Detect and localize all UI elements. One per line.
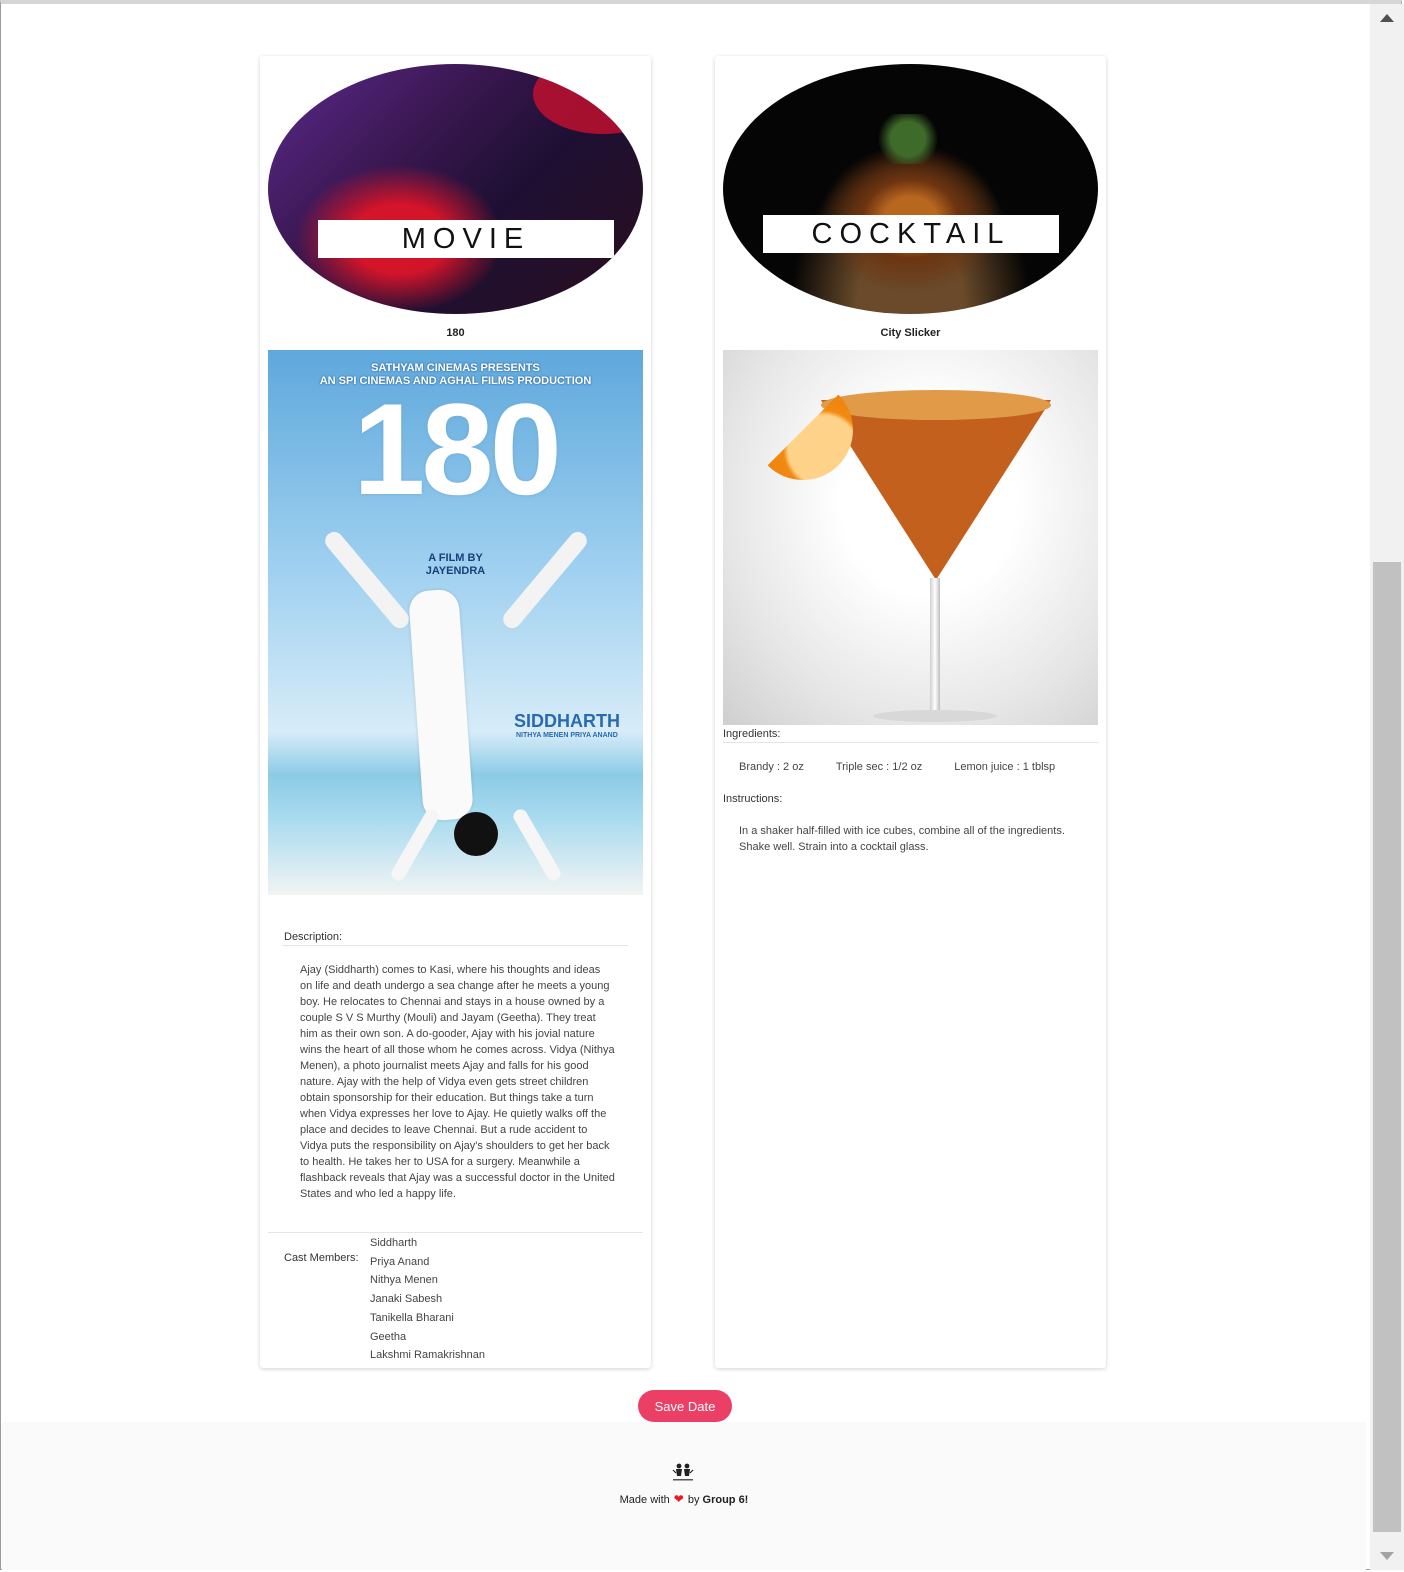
cocktail-category-image: COCKTAIL xyxy=(723,64,1098,314)
cocktail-card: COCKTAIL City Slicker Ingredients: Brand… xyxy=(715,56,1106,1368)
footer-made-with: Made with xyxy=(619,1494,670,1506)
poster-costars: NITHYA MENEN PRIYA ANAND xyxy=(516,732,618,739)
movie-poster: SATHYAM CINEMAS PRESENTS AN SPI CINEMAS … xyxy=(268,350,643,895)
martini-stem xyxy=(930,578,940,718)
poster-actor: SIDDHARTH xyxy=(514,711,620,731)
cast-divider xyxy=(268,1232,643,1233)
movie-title: 180 xyxy=(446,327,465,339)
heart-icon: ❤ xyxy=(673,1492,684,1506)
poster-figure-head xyxy=(454,812,498,856)
cast-label: Cast Members: xyxy=(284,1252,359,1264)
orange-slice xyxy=(753,380,853,480)
cast-list: Siddharth Priya Anand Nithya Menen Janak… xyxy=(370,1234,485,1365)
poster-figure-arm xyxy=(388,806,442,884)
ingredients-divider xyxy=(723,742,1098,743)
footer-group-name: Group 6! xyxy=(702,1494,749,1506)
poster-director-line1: A FILM BY xyxy=(428,552,483,564)
martini-base xyxy=(873,710,997,722)
cocktail-title: City Slicker xyxy=(880,327,941,339)
cocktail-instructions: In a shaker half-filled with ice cubes, … xyxy=(739,825,1065,853)
description-divider xyxy=(282,945,628,946)
ingredients-label: Ingredients: xyxy=(723,728,781,740)
movie-category-label: MOVIE xyxy=(318,220,614,258)
scroll-up-button[interactable] xyxy=(1370,4,1404,32)
poster-figure-arm xyxy=(510,806,564,884)
cast-member: Tanikella Bharani xyxy=(370,1311,454,1324)
poster-figure-leg xyxy=(321,528,413,632)
poster-number: 180 xyxy=(353,376,562,522)
footer: Made with ❤ by Group 6! xyxy=(2,1422,1366,1570)
description-label: Description: xyxy=(284,931,343,943)
cast-member: Geetha xyxy=(370,1330,407,1343)
cast-member: Siddharth xyxy=(370,1237,418,1249)
movie-category-image: MOVIE xyxy=(268,64,643,314)
ingredient-item: Lemon juice : 1 tblsp xyxy=(954,761,1056,773)
scroll-down-button[interactable] xyxy=(1370,1542,1404,1570)
cast-member: Priya Anand xyxy=(370,1255,430,1268)
vertical-scrollbar[interactable] xyxy=(1370,4,1404,1570)
page-content: MOVIE 180 SATHYAM CINEMAS PRESENTS AN SP… xyxy=(2,4,1366,1570)
triangle-up-icon xyxy=(1380,14,1394,22)
group-logo-icon xyxy=(672,1463,694,1481)
cocktail-photo xyxy=(723,350,1098,725)
poster-figure-body xyxy=(408,588,474,822)
movie-card: MOVIE 180 SATHYAM CINEMAS PRESENTS AN SP… xyxy=(260,56,651,1368)
save-date-button[interactable]: Save Date xyxy=(638,1390,732,1422)
footer-by: by xyxy=(687,1494,700,1506)
instructions-label: Instructions: xyxy=(723,793,783,805)
movie-description: Ajay (Siddharth) comes to Kasi, where hi… xyxy=(300,964,615,1200)
martini-rim xyxy=(821,390,1051,420)
ingredient-item: Brandy : 2 oz xyxy=(739,761,804,773)
cast-member: Janaki Sabesh xyxy=(370,1293,443,1306)
poster-header-line1: SATHYAM CINEMAS PRESENTS xyxy=(371,362,540,374)
cast-member: Lakshmi Ramakrishnan xyxy=(370,1349,485,1362)
ingredient-item: Triple sec : 1/2 oz xyxy=(835,761,923,773)
scroll-thumb[interactable] xyxy=(1373,562,1401,1532)
martini-bowl xyxy=(821,400,1051,580)
poster-figure-leg xyxy=(499,528,591,632)
triangle-down-icon xyxy=(1380,1552,1394,1560)
cast-member: Nithya Menen xyxy=(370,1274,438,1287)
ingredients-list: Brandy : 2 oz Triple sec : 1/2 oz Lemon … xyxy=(739,761,1055,773)
cocktail-category-label: COCKTAIL xyxy=(763,215,1059,253)
footer-credit: Made with ❤ by Group 6! xyxy=(2,1492,1366,1506)
poster-director: A FILM BY JAYENDRA xyxy=(268,552,643,578)
poster-director-line2: JAYENDRA xyxy=(425,565,486,577)
